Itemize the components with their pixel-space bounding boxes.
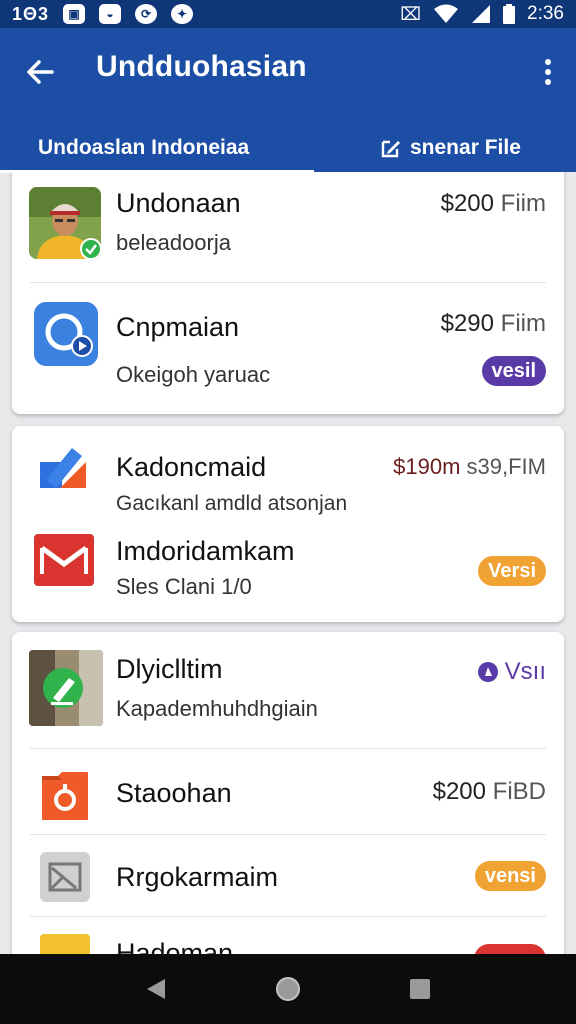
item-subtitle: Okeigoh yaruac (116, 362, 271, 387)
tab-indonesia[interactable]: Undoaslan Indoneiaa (38, 124, 249, 172)
price-suffix: FiBD (492, 778, 546, 805)
edit-icon (380, 137, 402, 159)
tab-file[interactable]: snenar File (380, 124, 521, 172)
folder-icon (40, 770, 90, 822)
signal-icon (472, 5, 491, 23)
list-card: Dlyiclltim Kapademhuhdhgiain Vsıı Staooh… (12, 632, 564, 954)
sync-icon: ⟳ (135, 4, 158, 24)
list-card: Kadoncmaid Gacıkanl amdld atsonjan $190m… (12, 426, 564, 622)
item-subtitle: Kapademhuhdhgiain (116, 696, 318, 721)
item-title: Staoohan (116, 778, 232, 808)
item-subtitle: Sles Clani 1/0 (116, 574, 252, 599)
item-subtitle: beleadoorja (116, 230, 231, 255)
version-label: Vsıı (504, 658, 546, 685)
list-item[interactable]: Staoohan $200 FiBD (12, 748, 564, 834)
status-left-time: 1Θ3 (12, 3, 50, 24)
list-item[interactable]: Rrgokarmaim vensi (12, 834, 564, 916)
recents-icon[interactable] (400, 969, 440, 1009)
battery-icon (503, 4, 516, 24)
price-suffix: Fiim (500, 190, 546, 217)
status-badge[interactable]: vensi (474, 861, 546, 891)
item-subtitle: Gacıkanl amdld atsonjan (116, 492, 348, 515)
page-title: Undduohasian (96, 50, 307, 83)
item-title: Rrgokarmaim (116, 862, 279, 892)
price-amount: $200 (432, 778, 486, 805)
list-item[interactable]: Cnpmaian Okeigoh yaruac $290 Fiim vesil (12, 282, 564, 414)
list-item[interactable]: Undonaan beleadoorja $200 Fiim (12, 172, 564, 282)
wifi-icon (434, 4, 459, 23)
price-amount: $290 (440, 310, 494, 337)
back-arrow-icon[interactable] (22, 54, 58, 90)
price-amount: $200 (440, 190, 494, 217)
vibrate-icon: ⌧ (400, 3, 422, 24)
photo-pen-icon (29, 650, 103, 726)
item-title: Dlyiclltim (116, 654, 223, 684)
price-amount: $190m (393, 454, 461, 479)
tab-label: snenar File (410, 136, 521, 159)
status-clock: 2:36 (527, 3, 564, 24)
item-price: $290 Fiim (441, 310, 546, 338)
bag-icon: ◒ (99, 4, 122, 24)
back-icon[interactable] (136, 969, 176, 1009)
image-icon: ▣ (63, 4, 86, 24)
notes-icon (40, 934, 90, 954)
app-list[interactable]: Undonaan beleadoorja $200 Fiim Cnpmaian … (0, 172, 576, 954)
app-bar: Undduohasian Undoaslan Indoneiaa snenar … (0, 28, 576, 173)
status-bar: 1Θ3 ▣ ◒ ⟳ ✦ ⌧ 2:36 (0, 0, 576, 28)
list-item[interactable]: Hadoman (12, 916, 564, 954)
edit-square-icon (36, 440, 92, 500)
list-item[interactable]: Imdoridamkam Sles Clani 1/0 Versi (12, 524, 564, 622)
item-title: Undonaan (116, 188, 241, 218)
item-title: Imdoridamkam (116, 536, 295, 566)
item-title: Kadoncmaid (116, 452, 267, 482)
play-badge-icon (477, 662, 498, 682)
more-options-icon[interactable] (538, 54, 558, 90)
price-suffix: Fiim (500, 310, 546, 337)
status-badge[interactable] (474, 944, 546, 954)
status-badge[interactable]: Versi (478, 556, 546, 586)
list-item[interactable]: Dlyiclltim Kapademhuhdhgiain Vsıı (12, 632, 564, 748)
item-version: Vsıı (477, 658, 546, 686)
item-title: Hadoman (116, 938, 234, 954)
status-badge[interactable]: vesil (481, 356, 546, 386)
item-price: $190m s39,FIM (393, 454, 546, 480)
item-title: Cnpmaian (116, 312, 240, 342)
price-suffix: s39,FIM (466, 454, 546, 479)
photo-frame-icon (40, 852, 90, 902)
chat-bubble-icon (34, 302, 98, 366)
list-card: Undonaan beleadoorja $200 Fiim Cnpmaian … (12, 172, 564, 414)
list-item[interactable]: Kadoncmaid Gacıkanl amdld atsonjan $190m… (12, 426, 564, 524)
item-price: $200 FiBD (433, 778, 546, 806)
avatar-photo-icon (29, 187, 101, 259)
home-icon[interactable] (268, 969, 308, 1009)
tab-label: Undoaslan Indoneiaa (38, 136, 250, 159)
location-icon: ✦ (171, 4, 194, 24)
item-price: $200 Fiim (441, 190, 546, 218)
system-nav-bar (0, 954, 576, 1024)
mail-icon (34, 534, 94, 586)
